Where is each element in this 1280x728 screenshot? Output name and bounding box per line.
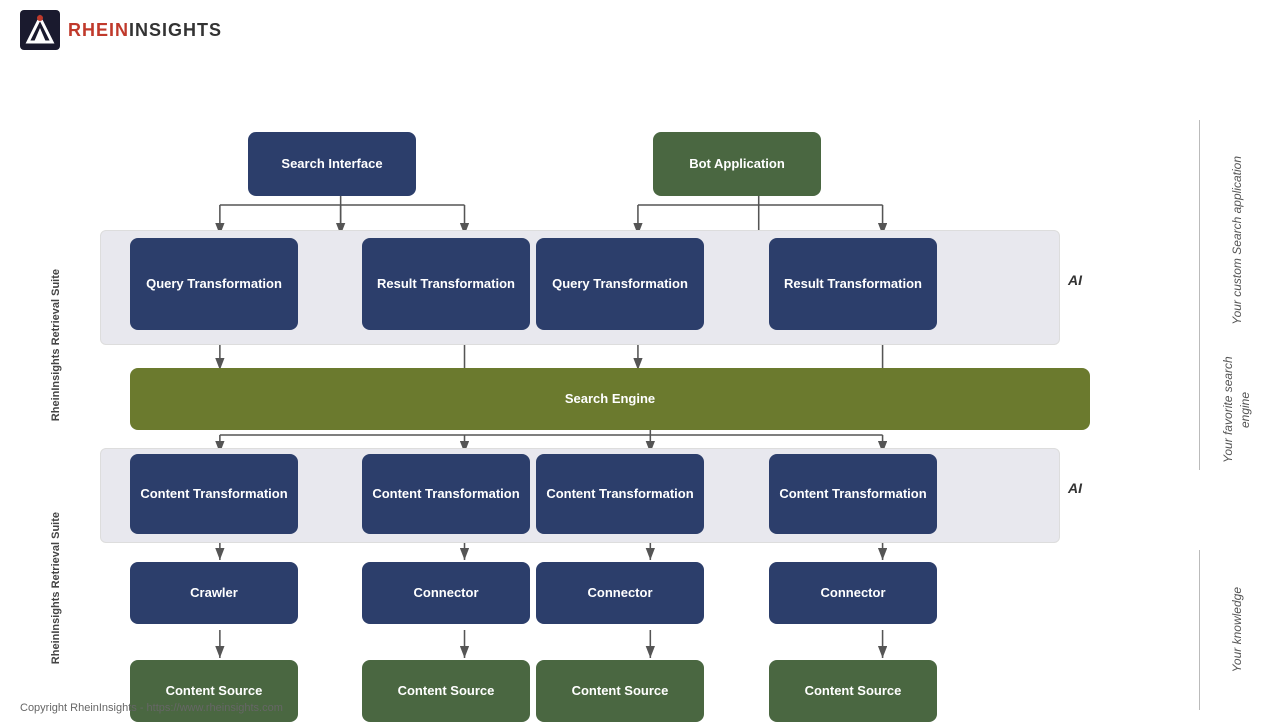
query-transform-2-node: Query Transformation bbox=[536, 238, 704, 330]
connector-2-node: Connector bbox=[536, 562, 704, 624]
search-engine-node: Search Engine bbox=[130, 368, 1090, 430]
left-label-top: RheinInsights Retrieval Suite bbox=[16, 230, 96, 460]
logo-icon bbox=[20, 10, 60, 50]
right-label-search-engine: Your favorite search engine bbox=[1202, 350, 1272, 470]
divider-right-1 bbox=[1199, 120, 1200, 360]
content-transform-3-node: Content Transformation bbox=[536, 454, 704, 534]
logo-text: RHEININSIGHTS bbox=[68, 20, 222, 41]
content-transform-1-node: Content Transformation bbox=[130, 454, 298, 534]
content-transform-4-node: Content Transformation bbox=[769, 454, 937, 534]
left-label-bottom: RheinInsights Retrieval Suite bbox=[16, 448, 96, 728]
content-source-4-node: Content Source bbox=[769, 660, 937, 722]
logo: RHEININSIGHTS bbox=[20, 10, 222, 50]
content-transform-2-node: Content Transformation bbox=[362, 454, 530, 534]
diagram-area: Search Interface Bot Application Query T… bbox=[0, 60, 1280, 700]
ai-badge-top: AI bbox=[1068, 272, 1082, 288]
ai-badge-bottom: AI bbox=[1068, 480, 1082, 496]
footer: Copyright RheinInsights - https://www.rh… bbox=[20, 702, 283, 714]
content-source-2-node: Content Source bbox=[362, 660, 530, 722]
result-transform-2-node: Result Transformation bbox=[769, 238, 937, 330]
content-source-3-node: Content Source bbox=[536, 660, 704, 722]
bot-application-node: Bot Application bbox=[653, 132, 821, 196]
right-label-knowledge: Your knowledge bbox=[1202, 550, 1272, 710]
crawler-node: Crawler bbox=[130, 562, 298, 624]
search-interface-node: Search Interface bbox=[248, 132, 416, 196]
connector-1-node: Connector bbox=[362, 562, 530, 624]
divider-right-3 bbox=[1199, 550, 1200, 710]
connector-3-node: Connector bbox=[769, 562, 937, 624]
header: RHEININSIGHTS bbox=[0, 0, 1280, 60]
right-label-custom-search: Your custom Search application bbox=[1202, 100, 1272, 380]
result-transform-1-node: Result Transformation bbox=[362, 238, 530, 330]
query-transform-1-node: Query Transformation bbox=[130, 238, 298, 330]
divider-right-2 bbox=[1199, 350, 1200, 470]
